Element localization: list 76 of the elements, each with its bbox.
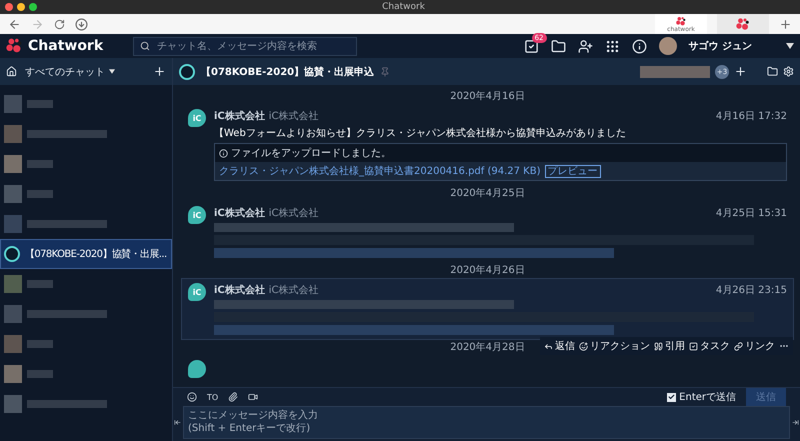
- date-divider: 2020年4月26日: [450, 264, 525, 277]
- search-field[interactable]: チャット名、メッセージ内容を検索: [133, 36, 358, 56]
- close-button[interactable]: [5, 3, 13, 11]
- blurred-member-avatars: [640, 66, 710, 78]
- company-avatar: iC: [188, 109, 206, 127]
- message-time: 4月25日 15:31: [716, 207, 787, 220]
- company-avatar-icon: [188, 360, 206, 378]
- sender-name: iC株式会社: [214, 206, 265, 220]
- room-icon: [4, 246, 20, 262]
- message-time: 4月16日 17:32: [716, 110, 787, 123]
- collapse-left-icon[interactable]: [174, 419, 181, 426]
- task-icon: [689, 342, 698, 350]
- company-avatar: iC: [188, 283, 206, 301]
- info-icon[interactable]: [632, 38, 647, 54]
- enter-send-checkbox[interactable]: Enterで送信: [667, 390, 736, 404]
- search-icon: [140, 41, 150, 51]
- sender-org: iC株式会社: [268, 284, 319, 297]
- logo-icon: [6, 37, 24, 55]
- message-time: 4月26日 23:15: [716, 284, 787, 297]
- user-name: サゴウ ジュン: [688, 40, 752, 53]
- caret-icon[interactable]: [786, 43, 794, 49]
- upload-notice: ファイルをアップロードしました。: [231, 146, 391, 160]
- browser-tab[interactable]: [717, 14, 769, 34]
- sender-name: iC株式会社: [214, 110, 265, 123]
- reaction-button[interactable]: リアクション: [579, 339, 650, 353]
- to-button[interactable]: TO: [207, 392, 218, 402]
- date-divider: 2020年4月28日: [450, 341, 525, 354]
- link-button[interactable]: リンク: [734, 339, 775, 353]
- sender-org: iC株式会社: [268, 206, 319, 220]
- caret-icon: [109, 69, 115, 74]
- window-title: Chatwork: [381, 2, 426, 12]
- back-icon[interactable]: [8, 18, 21, 30]
- video-icon[interactable]: [248, 392, 258, 402]
- file-link[interactable]: クラリス・ジャパン株式会社様_協賛申込書20200416.pdf (94.27 KB): [219, 164, 540, 178]
- reply-icon: [544, 342, 553, 350]
- new-tab-icon[interactable]: [779, 18, 792, 30]
- reply-button[interactable]: 返信: [544, 339, 575, 353]
- add-member-icon[interactable]: [734, 65, 747, 78]
- attach-icon[interactable]: [228, 392, 238, 402]
- quote-icon: [654, 342, 663, 350]
- room-title: 【078KOBE-2020】協賛・出展申込: [201, 66, 374, 78]
- preview-button[interactable]: プレビュー: [544, 164, 600, 178]
- info-icon: [219, 148, 228, 158]
- link-icon: [734, 342, 743, 350]
- date-divider: 2020年4月25日: [450, 187, 525, 200]
- add-contact-icon[interactable]: [578, 38, 593, 54]
- sender-name: iC株式会社: [214, 284, 265, 297]
- pin-icon[interactable]: [380, 66, 390, 76]
- add-chat-icon[interactable]: [153, 65, 166, 78]
- task-icon[interactable]: [524, 38, 539, 54]
- date-divider: 2020年4月16日: [450, 90, 525, 103]
- reaction-icon: [579, 342, 588, 350]
- emoji-icon[interactable]: [187, 392, 197, 402]
- task-button[interactable]: タスク: [689, 339, 730, 353]
- sender-org: iC株式会社: [268, 110, 319, 123]
- apps-grid-icon[interactable]: [604, 38, 620, 54]
- home-icon[interactable]: [6, 66, 17, 77]
- user-avatar: [658, 37, 677, 55]
- app-logo-icon: [736, 16, 750, 32]
- message-input[interactable]: ここにメッセージ内容を入力 (Shift + Enterキーで改行): [183, 406, 790, 439]
- reload-icon[interactable]: [54, 18, 65, 30]
- folder-icon[interactable]: [550, 38, 566, 54]
- chat-room-item[interactable]: 【078KOBE-2020】協賛・出展...: [0, 239, 172, 269]
- logo-text: Chatwork: [28, 38, 104, 54]
- collapse-right-icon[interactable]: [792, 419, 799, 426]
- maximize-button[interactable]: [29, 3, 37, 11]
- settings-icon[interactable]: [783, 66, 794, 77]
- app-logo-icon: [676, 16, 686, 26]
- quote-button[interactable]: 引用: [654, 339, 685, 353]
- folder-icon[interactable]: [767, 66, 778, 77]
- minimize-button[interactable]: [17, 3, 25, 11]
- download-icon[interactable]: [75, 18, 88, 30]
- room-icon: [179, 64, 195, 80]
- message-text: 【Webフォームよりお知らせ】クラリス・ジャパン株式会社様から協賛申込みがありました: [214, 126, 627, 140]
- company-avatar: iC: [188, 206, 206, 224]
- check-icon: [668, 393, 676, 401]
